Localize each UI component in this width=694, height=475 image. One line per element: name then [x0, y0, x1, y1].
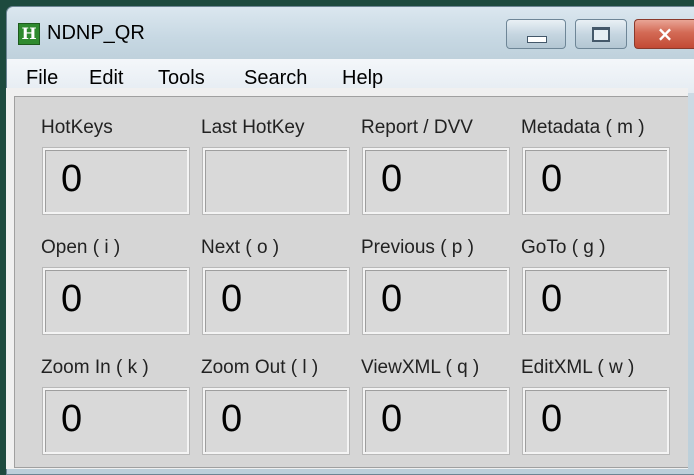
maximize-button[interactable] — [575, 19, 627, 49]
menu-file[interactable]: File — [26, 67, 58, 89]
hotkeys-label: HotKeys — [41, 117, 113, 138]
edit-xml-value: 0 — [523, 388, 669, 454]
close-button[interactable]: × — [634, 19, 694, 49]
last-hotkey-label: Last HotKey — [201, 117, 305, 138]
maximize-icon — [592, 27, 610, 42]
hotkeys-value: 0 — [43, 148, 189, 214]
app-icon: H — [18, 23, 40, 45]
report-dvv-label: Report / DVV — [361, 117, 473, 138]
metadata-value: 0 — [523, 148, 669, 214]
minimize-icon — [527, 36, 547, 43]
next-value: 0 — [203, 268, 349, 334]
previous-value: 0 — [363, 268, 509, 334]
view-xml-value: 0 — [363, 388, 509, 454]
last-hotkey-value — [203, 148, 349, 214]
zoom-in-value: 0 — [43, 388, 189, 454]
zoom-out-value: 0 — [203, 388, 349, 454]
goto-label: GoTo ( g ) — [521, 237, 606, 258]
goto-value: 0 — [523, 268, 669, 334]
close-icon: × — [656, 22, 674, 46]
menu-edit[interactable]: Edit — [89, 67, 123, 89]
zoom-in-label: Zoom In ( k ) — [41, 357, 149, 378]
open-value: 0 — [43, 268, 189, 334]
window-title: NDNP_QR — [47, 22, 145, 44]
open-label: Open ( i ) — [41, 237, 121, 258]
next-label: Next ( o ) — [201, 237, 280, 258]
view-xml-label: ViewXML ( q ) — [361, 357, 480, 378]
menu-search[interactable]: Search — [244, 67, 307, 89]
minimize-button[interactable] — [506, 19, 566, 49]
metadata-label: Metadata ( m ) — [521, 117, 645, 138]
menu-help[interactable]: Help — [342, 67, 383, 89]
edit-xml-label: EditXML ( w ) — [521, 357, 635, 378]
zoom-out-label: Zoom Out ( l ) — [201, 357, 319, 378]
previous-label: Previous ( p ) — [361, 237, 474, 258]
menu-tools[interactable]: Tools — [158, 67, 205, 89]
report-dvv-value: 0 — [363, 148, 509, 214]
title-bar[interactable]: H NDNP_QR × — [7, 7, 694, 59]
